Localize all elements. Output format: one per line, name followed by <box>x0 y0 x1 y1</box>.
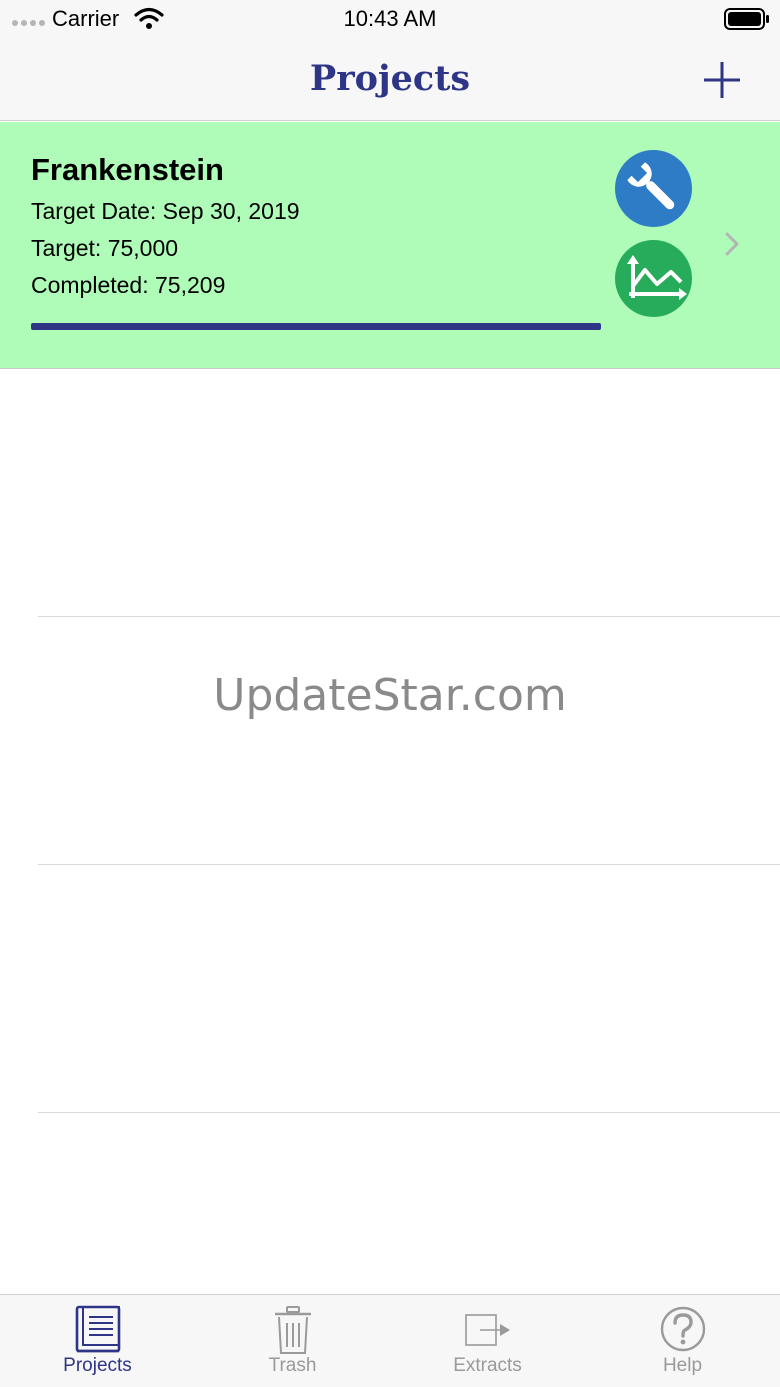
wrench-icon <box>627 162 675 210</box>
tab-projects[interactable]: Projects <box>0 1295 195 1387</box>
book-icon <box>75 1305 120 1353</box>
add-project-button[interactable] <box>698 56 746 104</box>
clock: 10:43 AM <box>343 6 437 31</box>
tab-label: Projects <box>63 1355 132 1376</box>
project-settings-button[interactable] <box>615 150 692 227</box>
export-icon <box>464 1314 510 1346</box>
tab-bar: Projects Trash Extracts Help <box>0 1294 780 1387</box>
help-icon <box>660 1306 705 1352</box>
project-name: Frankenstein <box>31 152 224 187</box>
progress-bar <box>31 323 601 330</box>
project-target-date: Target Date: Sep 30, 2019 <box>31 198 300 224</box>
tab-label: Trash <box>268 1355 317 1376</box>
tab-label: Extracts <box>453 1355 522 1376</box>
project-completed: Completed: 75,209 <box>31 272 226 298</box>
project-stats-button[interactable] <box>615 240 692 317</box>
tab-help[interactable]: Help <box>585 1295 780 1387</box>
status-bar: Carrier 10:43 AM <box>0 0 780 40</box>
project-row[interactable]: Frankenstein Target Date: Sep 30, 2019 T… <box>0 122 780 369</box>
tab-label: Help <box>662 1355 703 1376</box>
battery-icon <box>724 8 769 30</box>
row-separator <box>38 864 780 865</box>
tab-extracts[interactable]: Extracts <box>390 1295 585 1387</box>
plus-icon <box>704 62 740 98</box>
watermark: UpdateStar.com <box>213 670 567 721</box>
row-separator <box>38 616 780 617</box>
row-separator <box>38 1112 780 1113</box>
trash-icon <box>274 1306 311 1354</box>
page-title: Projects <box>309 58 471 99</box>
nav-bar: Projects <box>0 40 780 121</box>
chevron-right-icon <box>725 232 739 256</box>
tab-trash[interactable]: Trash <box>195 1295 390 1387</box>
project-target: Target: 75,000 <box>31 235 179 261</box>
chart-icon <box>627 255 687 300</box>
progress-fill <box>31 323 601 330</box>
